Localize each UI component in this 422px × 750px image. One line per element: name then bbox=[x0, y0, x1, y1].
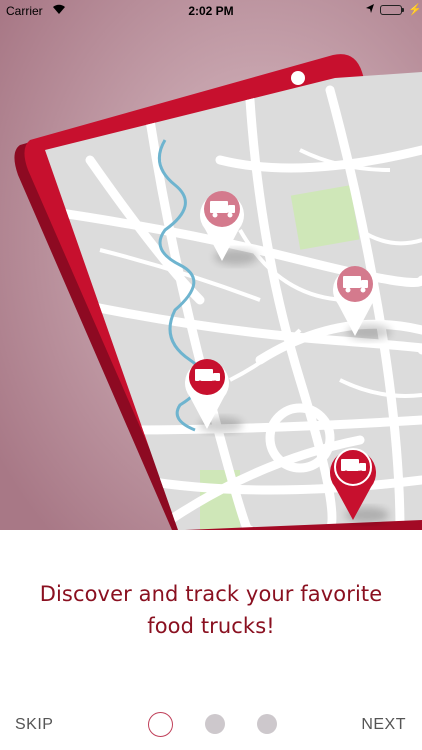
onboarding-illustration bbox=[0, 0, 422, 530]
onboarding-nav: SKIP NEXT bbox=[0, 700, 422, 750]
battery-tip bbox=[402, 8, 404, 12]
next-button[interactable]: NEXT bbox=[361, 716, 406, 734]
page-indicator-2[interactable] bbox=[205, 714, 225, 734]
location-arrow-icon bbox=[365, 3, 375, 18]
caption-line-1: Discover and track your favorite bbox=[39, 582, 383, 606]
battery-icon bbox=[380, 5, 402, 15]
onboarding-caption: Discover and track your favorite food tr… bbox=[0, 578, 422, 642]
caption-line-2: food trucks! bbox=[147, 614, 275, 638]
page-indicator-3[interactable] bbox=[257, 714, 277, 734]
status-bar: Carrier 2:02 PM ⚡ bbox=[0, 0, 422, 22]
charging-bolt-icon: ⚡ bbox=[408, 4, 422, 16]
phone-map-illustration bbox=[0, 0, 422, 530]
page-indicator-1[interactable] bbox=[148, 712, 173, 737]
park-area bbox=[290, 185, 360, 250]
skip-button[interactable]: SKIP bbox=[15, 716, 53, 734]
status-time: 2:02 PM bbox=[188, 4, 234, 18]
phone-camera bbox=[291, 71, 305, 85]
